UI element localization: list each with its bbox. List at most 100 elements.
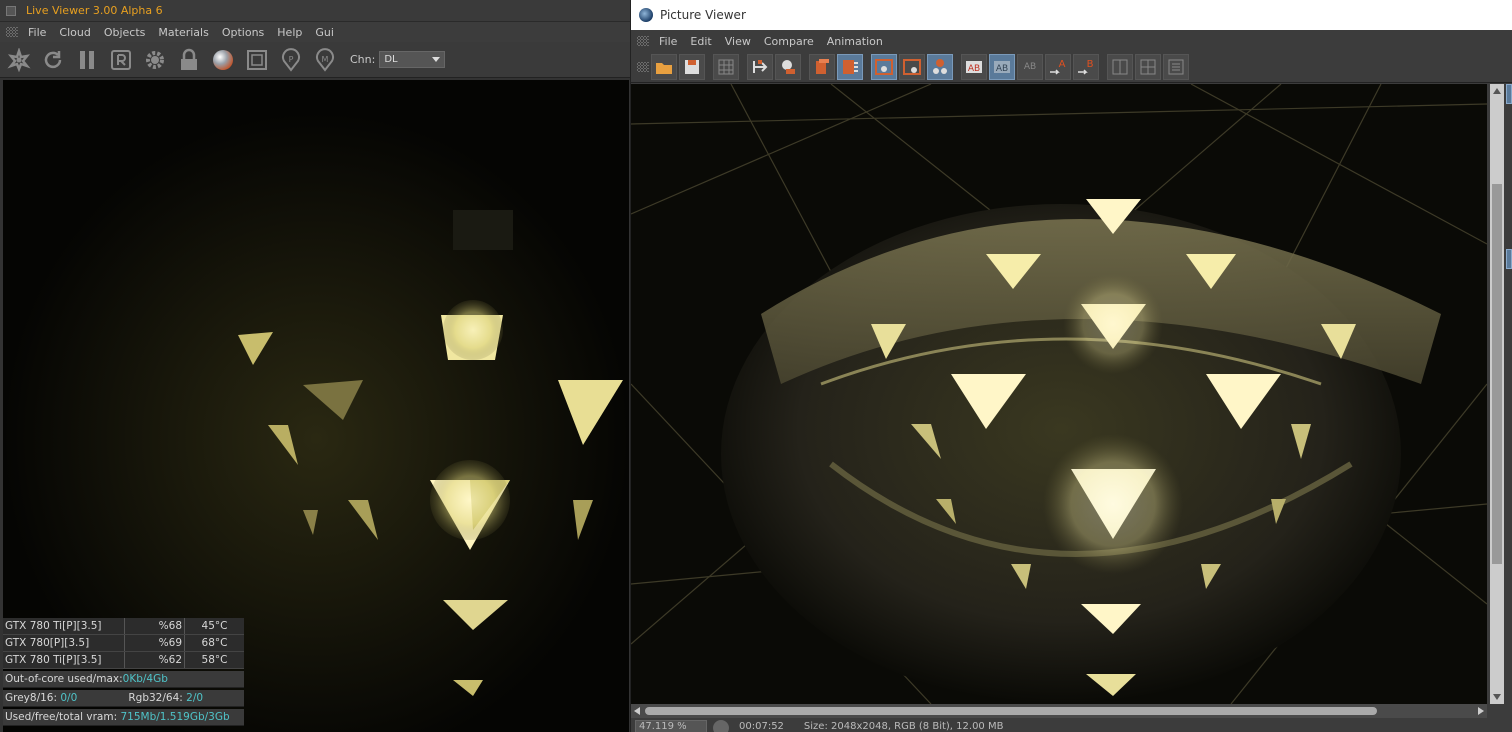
region-square-icon[interactable] bbox=[244, 47, 270, 73]
live-viewer-window: Live Viewer 3.00 Alpha 6 File Cloud Obje… bbox=[0, 0, 630, 732]
pick-m-icon[interactable]: M bbox=[312, 47, 338, 73]
gpu-row: GTX 780 Ti[P][3.5] %68 45°C bbox=[3, 618, 244, 635]
scrollbar-thumb[interactable] bbox=[1492, 184, 1502, 564]
set-b-icon[interactable]: B bbox=[1073, 54, 1099, 80]
lock-icon[interactable] bbox=[176, 47, 202, 73]
ab-swap-icon[interactable]: AB bbox=[989, 54, 1015, 80]
picture-viewer-window: Picture Viewer File Edit View Compare An… bbox=[630, 0, 1512, 732]
view-frame-icon[interactable] bbox=[871, 54, 897, 80]
ab-compare-icon[interactable]: AB bbox=[961, 54, 987, 80]
gpu-name: GTX 780[P][3.5] bbox=[3, 635, 125, 651]
channel-select[interactable]: DL bbox=[379, 51, 446, 68]
pick-p-icon[interactable]: P bbox=[278, 47, 304, 73]
side-strip bbox=[1506, 84, 1512, 704]
refresh-icon[interactable] bbox=[40, 47, 66, 73]
svg-text:AB: AB bbox=[968, 64, 980, 74]
save-icon[interactable] bbox=[679, 54, 705, 80]
layout-split-icon[interactable] bbox=[1107, 54, 1133, 80]
live-viewer-titlebar: Live Viewer 3.00 Alpha 6 bbox=[0, 0, 630, 22]
menu-view[interactable]: View bbox=[725, 35, 751, 48]
pause-icon[interactable] bbox=[74, 47, 100, 73]
magnify-icon[interactable] bbox=[775, 54, 801, 80]
svg-text:A: A bbox=[1059, 59, 1066, 70]
chevron-down-icon bbox=[432, 57, 441, 62]
people-icon[interactable] bbox=[927, 54, 953, 80]
live-viewer-toolbar: P M Chn: DL bbox=[0, 42, 630, 78]
grey-label: Grey8/16: bbox=[5, 692, 58, 704]
horizontal-scrollbar[interactable] bbox=[631, 704, 1487, 718]
vram-label: Used/free/total vram: bbox=[5, 711, 118, 723]
menu-gui[interactable]: Gui bbox=[315, 26, 334, 39]
gpu-temp: 45°C bbox=[201, 620, 228, 632]
svg-text:M: M bbox=[322, 55, 329, 64]
grey-value: 0/0 bbox=[60, 692, 78, 704]
picture-viewer-menubar: File Edit View Compare Animation bbox=[631, 30, 1512, 52]
menu-help[interactable]: Help bbox=[277, 26, 302, 39]
ab-disabled-icon[interactable]: AB bbox=[1017, 54, 1043, 80]
set-a-icon[interactable]: A bbox=[1045, 54, 1071, 80]
cinema4d-logo-icon bbox=[639, 8, 653, 22]
vram-value: 715Mb/1.519Gb/3Gb bbox=[120, 711, 230, 723]
menu-cloud[interactable]: Cloud bbox=[59, 26, 90, 39]
vram-stat: Used/free/total vram: 715Mb/1.519Gb/3Gb bbox=[3, 709, 244, 726]
out-of-core-stat: Out-of-core used/max: 0Kb/4Gb bbox=[3, 671, 244, 688]
open-folder-icon[interactable] bbox=[651, 54, 677, 80]
picture-render-viewport[interactable] bbox=[631, 84, 1487, 704]
zoom-go-icon[interactable] bbox=[713, 720, 729, 732]
out-of-core-value: 0Kb/4Gb bbox=[122, 673, 168, 685]
menu-animation[interactable]: Animation bbox=[827, 35, 883, 48]
layout-list-icon[interactable] bbox=[1163, 54, 1189, 80]
menu-options[interactable]: Options bbox=[222, 26, 264, 39]
grip-icon[interactable] bbox=[637, 36, 649, 46]
settings-cog-icon[interactable] bbox=[6, 47, 32, 73]
r-box-icon[interactable] bbox=[108, 47, 134, 73]
texture-count-stat: Grey8/16: 0/0 Rgb32/64: 2/0 bbox=[3, 690, 244, 707]
scrollbar-thumb[interactable] bbox=[645, 707, 1377, 715]
vertical-scrollbar[interactable] bbox=[1490, 84, 1504, 704]
zoom-field[interactable]: 47.119 % bbox=[635, 720, 707, 732]
gpu-util: %69 bbox=[125, 635, 185, 651]
live-viewer-menubar: File Cloud Objects Materials Options Hel… bbox=[0, 22, 630, 42]
gpu-name: GTX 780 Ti[P][3.5] bbox=[3, 652, 125, 668]
scroll-down-icon[interactable] bbox=[1493, 694, 1501, 700]
menu-compare[interactable]: Compare bbox=[764, 35, 814, 48]
gpu-temp: 68°C bbox=[201, 637, 228, 649]
live-viewer-title: Live Viewer 3.00 Alpha 6 bbox=[26, 4, 163, 17]
render-time: 00:07:52 bbox=[739, 721, 784, 732]
render-grid-icon[interactable] bbox=[713, 54, 739, 80]
picture-viewer-title: Picture Viewer bbox=[660, 8, 746, 22]
scroll-right-icon[interactable] bbox=[1478, 707, 1484, 715]
rgb-value: 2/0 bbox=[186, 692, 204, 704]
side-tab-button[interactable] bbox=[1506, 84, 1512, 104]
menu-edit[interactable]: Edit bbox=[690, 35, 711, 48]
svg-text:AB: AB bbox=[996, 64, 1008, 74]
scroll-left-icon[interactable] bbox=[634, 707, 640, 715]
grip-icon[interactable] bbox=[6, 27, 18, 37]
view-frame-alt-icon[interactable] bbox=[899, 54, 925, 80]
menu-file[interactable]: File bbox=[28, 26, 46, 39]
menu-materials[interactable]: Materials bbox=[158, 26, 208, 39]
menu-file[interactable]: File bbox=[659, 35, 677, 48]
image-size-info: Size: 2048x2048, RGB (8 Bit), 12.00 MB bbox=[803, 721, 1004, 732]
menu-objects[interactable]: Objects bbox=[104, 26, 146, 39]
svg-text:B: B bbox=[1087, 59, 1094, 70]
grip-icon[interactable] bbox=[637, 62, 649, 72]
crop-arrows-icon[interactable] bbox=[747, 54, 773, 80]
gpu-util: %62 bbox=[125, 652, 185, 668]
window-menu-icon[interactable] bbox=[6, 5, 16, 16]
gpu-row: GTX 780[P][3.5] %69 68°C bbox=[3, 635, 244, 652]
layout-tiles-icon[interactable] bbox=[1135, 54, 1161, 80]
scroll-up-icon[interactable] bbox=[1493, 88, 1501, 94]
gear-icon[interactable] bbox=[142, 47, 168, 73]
gpu-util: %68 bbox=[125, 618, 185, 634]
svg-text:P: P bbox=[289, 55, 294, 64]
stack-orange-icon[interactable] bbox=[809, 54, 835, 80]
picture-viewer-toolbar: AB AB AB A B bbox=[631, 52, 1512, 83]
out-of-core-label: Out-of-core used/max: bbox=[5, 673, 123, 685]
stack-blue-icon[interactable] bbox=[837, 54, 863, 80]
material-sphere-icon[interactable] bbox=[210, 47, 236, 73]
picture-viewer-titlebar: Picture Viewer bbox=[631, 0, 1512, 30]
side-tab-button[interactable] bbox=[1506, 249, 1512, 269]
rgb-label: Rgb32/64: bbox=[128, 692, 183, 704]
channel-label: Chn: bbox=[350, 53, 376, 66]
